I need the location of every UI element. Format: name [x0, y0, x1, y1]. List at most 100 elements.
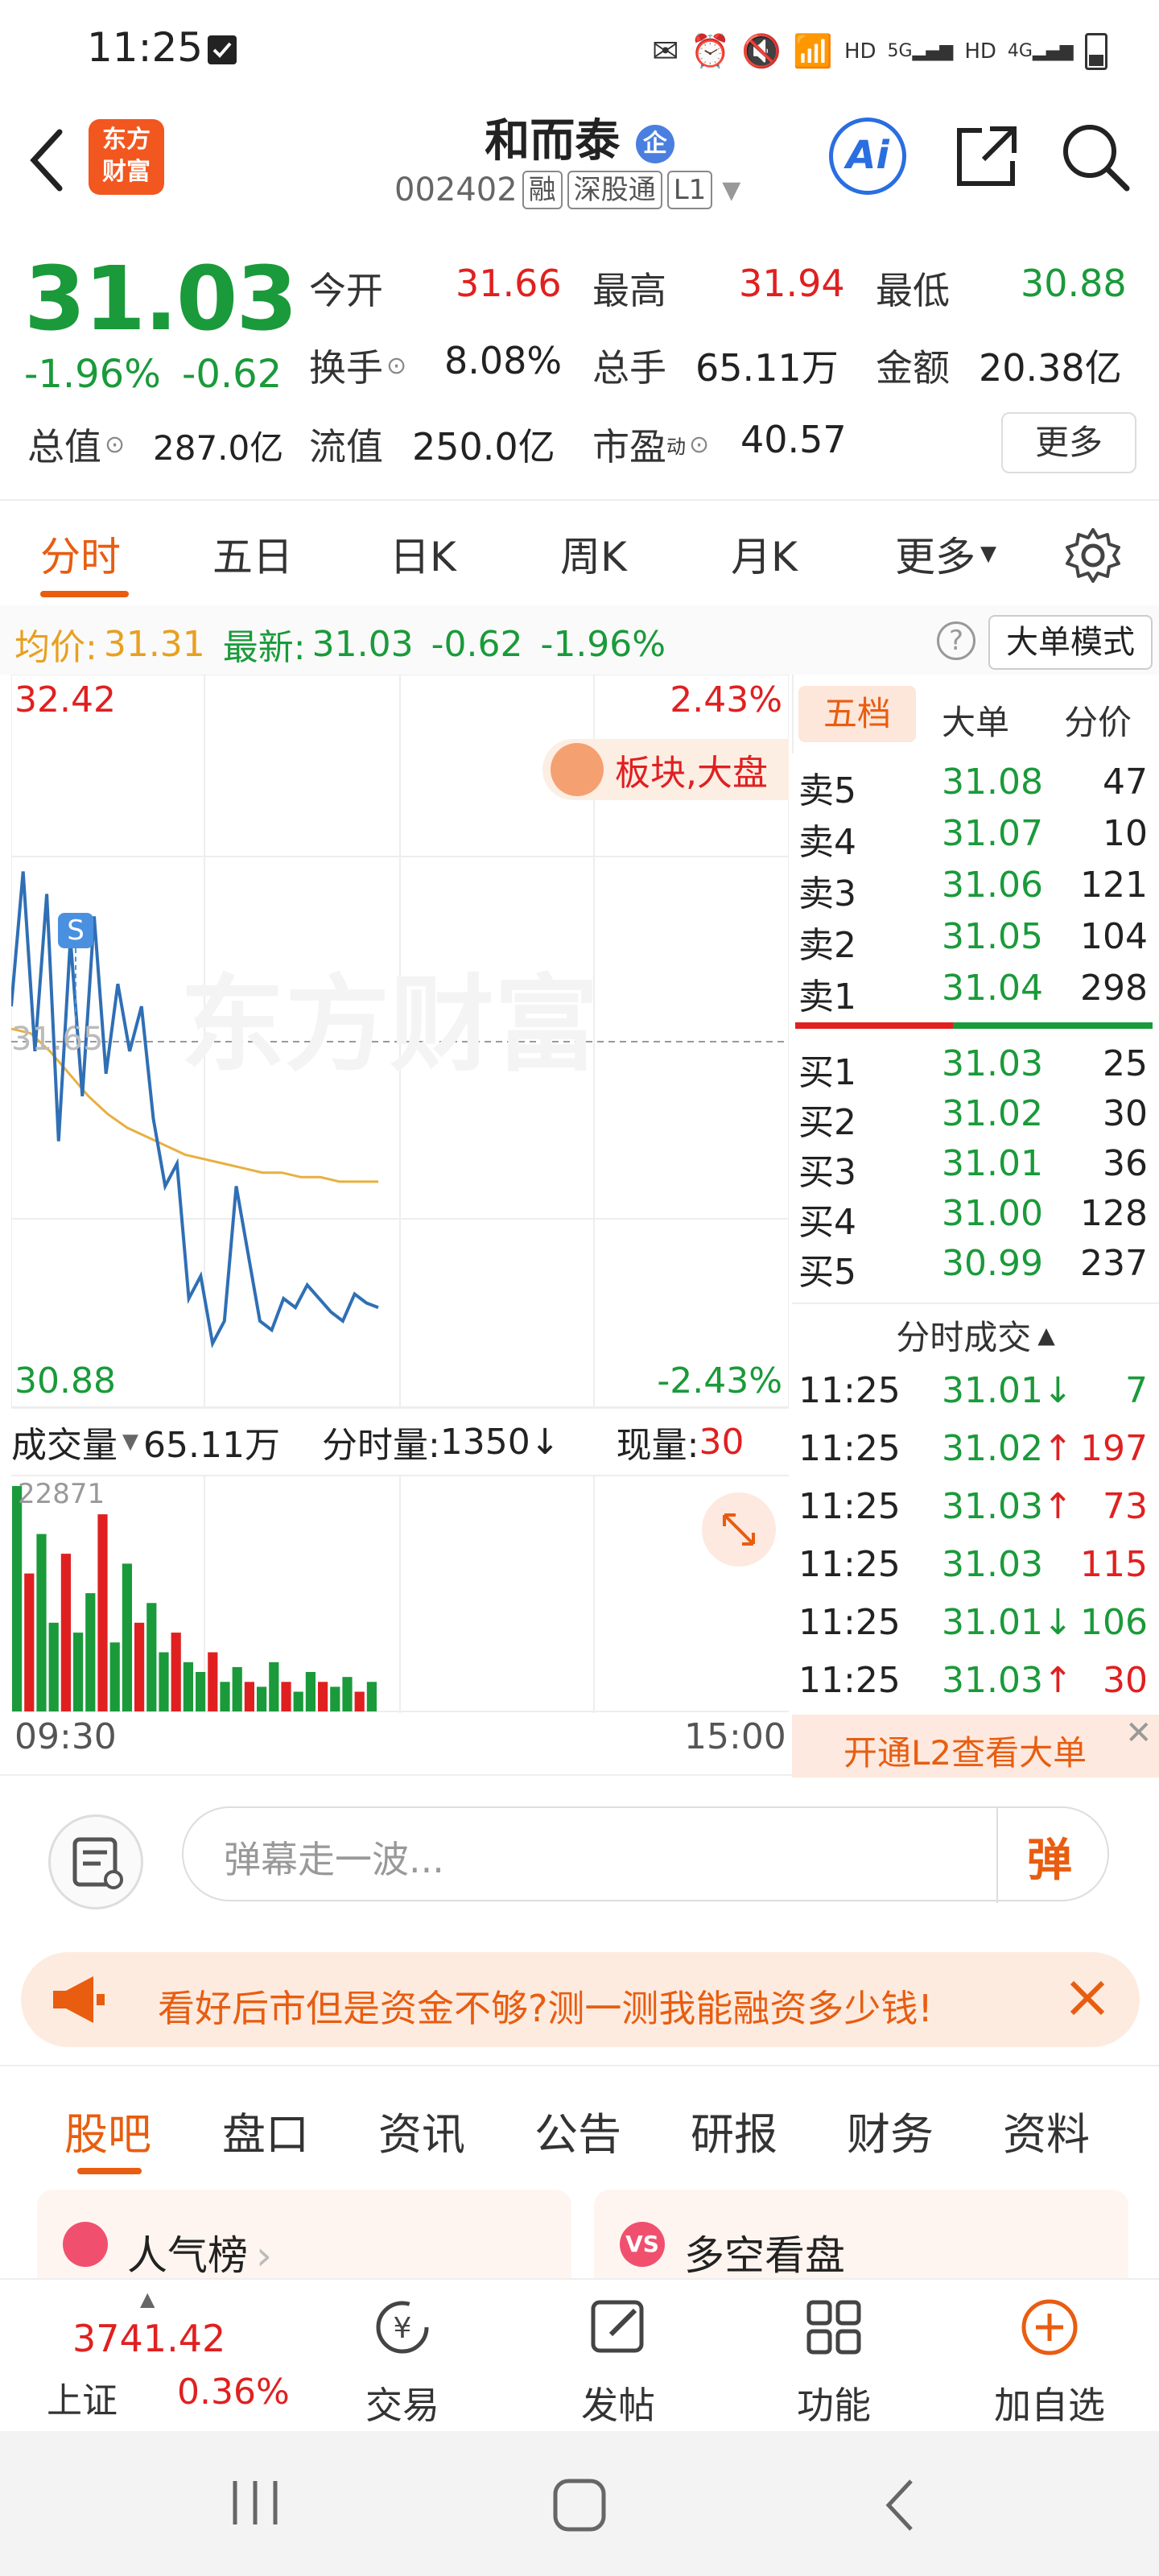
- tab-five-levels[interactable]: 五档: [798, 686, 916, 742]
- level-label: 卖1: [798, 976, 856, 1018]
- wifi-icon: 📶: [793, 33, 833, 70]
- tab-big-orders[interactable]: 大单: [942, 696, 1009, 745]
- dropdown-icon: ▼: [722, 175, 741, 204]
- amount-value: 20.38亿: [979, 346, 1122, 390]
- ask-row[interactable]: 卖1 31.04 298: [792, 968, 1159, 1018]
- sell-marker[interactable]: S: [58, 913, 93, 948]
- tab-research[interactable]: 研报: [691, 2099, 777, 2162]
- notes-button[interactable]: [48, 1814, 143, 1909]
- ai-button[interactable]: Ai: [829, 118, 906, 195]
- tab-news[interactable]: 资讯: [378, 2099, 465, 2162]
- ask-row[interactable]: 卖3 31.06 121: [792, 865, 1159, 914]
- level-label: 卖3: [798, 873, 856, 914]
- margin-ad-banner[interactable]: 看好后市但是资金不够?测一测我能融资多少钱!: [21, 1952, 1140, 2047]
- big-order-mode-button[interactable]: 大单模式: [988, 615, 1153, 670]
- nav-trade[interactable]: ¥ 交易: [322, 2280, 483, 2429]
- level-price: 31.03: [942, 1043, 1043, 1084]
- intraday-chart[interactable]: 东方财富 32.42 2.43% 30.88 -2.43% 31.65 S 板块…: [11, 675, 789, 1476]
- volume-bar: [171, 1633, 181, 1711]
- latest-pct: -1.96%: [540, 623, 666, 665]
- up-arrow-icon: ↑: [1042, 1660, 1073, 1701]
- volume-selector[interactable]: 成交量 ▼: [11, 1416, 138, 1468]
- mktcap-value: 287.0亿: [153, 428, 284, 468]
- danmu-toggle[interactable]: 弹: [1027, 1824, 1072, 1889]
- float-value: 250.0亿: [412, 425, 555, 469]
- tab-financials[interactable]: 财务: [847, 2099, 934, 2162]
- pct-top-label: 2.43%: [670, 679, 782, 720]
- tab-daily-k[interactable]: 日K: [390, 525, 456, 583]
- share-button[interactable]: [950, 121, 1022, 193]
- l2-promo[interactable]: 开通L2查看大单 ✕: [792, 1715, 1159, 1777]
- danmu-placeholder: 弹幕走一波...: [224, 1838, 444, 1881]
- mktcap-label-row[interactable]: 总值 ⊙: [27, 418, 125, 471]
- tab-weekly-k[interactable]: 周K: [560, 525, 627, 583]
- search-button[interactable]: [1059, 121, 1132, 193]
- index-widget[interactable]: ▲ 3741.42 上证 0.36%: [32, 2288, 290, 2425]
- high-value: 31.94: [739, 262, 845, 305]
- level-quantity: 10: [1103, 813, 1148, 854]
- level-quantity: 121: [1080, 865, 1148, 906]
- settings-button[interactable]: [1062, 525, 1124, 586]
- bid-row[interactable]: 买3 31.01 36: [792, 1143, 1159, 1193]
- expand-icon: [723, 1513, 755, 1546]
- bid-row[interactable]: 买4 31.00 128: [792, 1193, 1159, 1243]
- price-change: -0.62: [182, 352, 283, 397]
- volume-chart[interactable]: 22871: [11, 1475, 789, 1713]
- stock-code-row[interactable]: 002402 融 深股通 L1 ▼: [394, 171, 740, 209]
- turnover-label-row[interactable]: 换手 ⊙: [309, 339, 406, 392]
- nav-post[interactable]: 发帖: [538, 2280, 699, 2429]
- bid-row[interactable]: 买2 31.02 30: [792, 1093, 1159, 1143]
- ad-close-button[interactable]: [1059, 1970, 1116, 2026]
- bid-row[interactable]: 买1 31.03 25: [792, 1043, 1159, 1093]
- level-label: 买5: [798, 1252, 856, 1293]
- tab-announcements[interactable]: 公告: [534, 2099, 621, 2162]
- ticks-title-row[interactable]: 分时成交 ▲: [792, 1311, 1159, 1360]
- down-arrow-icon: ↓: [530, 1421, 560, 1463]
- more-quote-button[interactable]: 更多: [1001, 412, 1136, 473]
- nav-functions[interactable]: 功能: [753, 2280, 914, 2429]
- level-quantity: 237: [1080, 1243, 1148, 1284]
- expand-button[interactable]: [702, 1492, 776, 1567]
- tab-intraday[interactable]: 分时: [40, 525, 121, 583]
- level-price: 31.02: [942, 1093, 1043, 1134]
- search-icon: [1063, 125, 1130, 192]
- tab-five-day[interactable]: 五日: [212, 525, 293, 583]
- gear-icon: [1066, 528, 1120, 583]
- recent-apps-button[interactable]: [227, 2475, 283, 2531]
- sector-bubble[interactable]: 板块,大盘: [542, 739, 789, 800]
- ask-row[interactable]: 卖4 31.07 10: [792, 813, 1159, 863]
- level-price: 31.04: [942, 968, 1043, 1009]
- close-icon: [1070, 1980, 1105, 2016]
- danmu-input[interactable]: 弹幕走一波... 弹: [182, 1806, 1109, 1903]
- tag-connect: 深股通: [567, 171, 662, 209]
- home-button[interactable]: [549, 2475, 610, 2536]
- level-price: 30.99: [942, 1243, 1043, 1284]
- quote-panel: 31.03 -1.96% -0.62 今开 31.66 最高 31.94 最低 …: [0, 229, 1159, 495]
- high-label: 最高: [592, 269, 666, 312]
- volume-bar: [36, 1534, 47, 1711]
- ask-row[interactable]: 卖2 31.05 104: [792, 916, 1159, 966]
- nav-add-watchlist[interactable]: 加自选: [969, 2280, 1130, 2429]
- tab-forum[interactable]: 股吧: [64, 2099, 151, 2162]
- sell-marker-line: [75, 948, 76, 1029]
- pe-label-row[interactable]: 市盈动 ⊙: [592, 418, 709, 471]
- long-short-card[interactable]: VS 多空看盘: [594, 2190, 1128, 2279]
- tab-handicap[interactable]: 盘口: [222, 2099, 309, 2162]
- notes-icon: [72, 1837, 123, 1889]
- bid-row[interactable]: 买5 30.99 237: [792, 1243, 1159, 1293]
- system-back-button[interactable]: [874, 2475, 930, 2536]
- volume-bars: [12, 1486, 377, 1711]
- help-icon[interactable]: ?: [937, 621, 975, 660]
- tab-price-distribution[interactable]: 分价: [1064, 696, 1132, 745]
- tab-more[interactable]: 更多 ▼: [895, 525, 996, 583]
- ask-row[interactable]: 卖5 31.08 47: [792, 762, 1159, 811]
- tick-quantity: 115: [1080, 1544, 1148, 1585]
- close-icon[interactable]: ✕: [1125, 1715, 1153, 1752]
- net-label-1: HD: [843, 39, 876, 64]
- mute-icon: 🔇: [741, 33, 782, 70]
- chart-tabs: 分时 五日 日K 周K 月K 更多 ▼: [0, 499, 1159, 605]
- popularity-card[interactable]: 人气榜 ›: [37, 2190, 571, 2279]
- tab-profile[interactable]: 资料: [1003, 2099, 1090, 2162]
- info-icon: ⊙: [689, 430, 710, 459]
- tab-monthly-k[interactable]: 月K: [731, 525, 798, 583]
